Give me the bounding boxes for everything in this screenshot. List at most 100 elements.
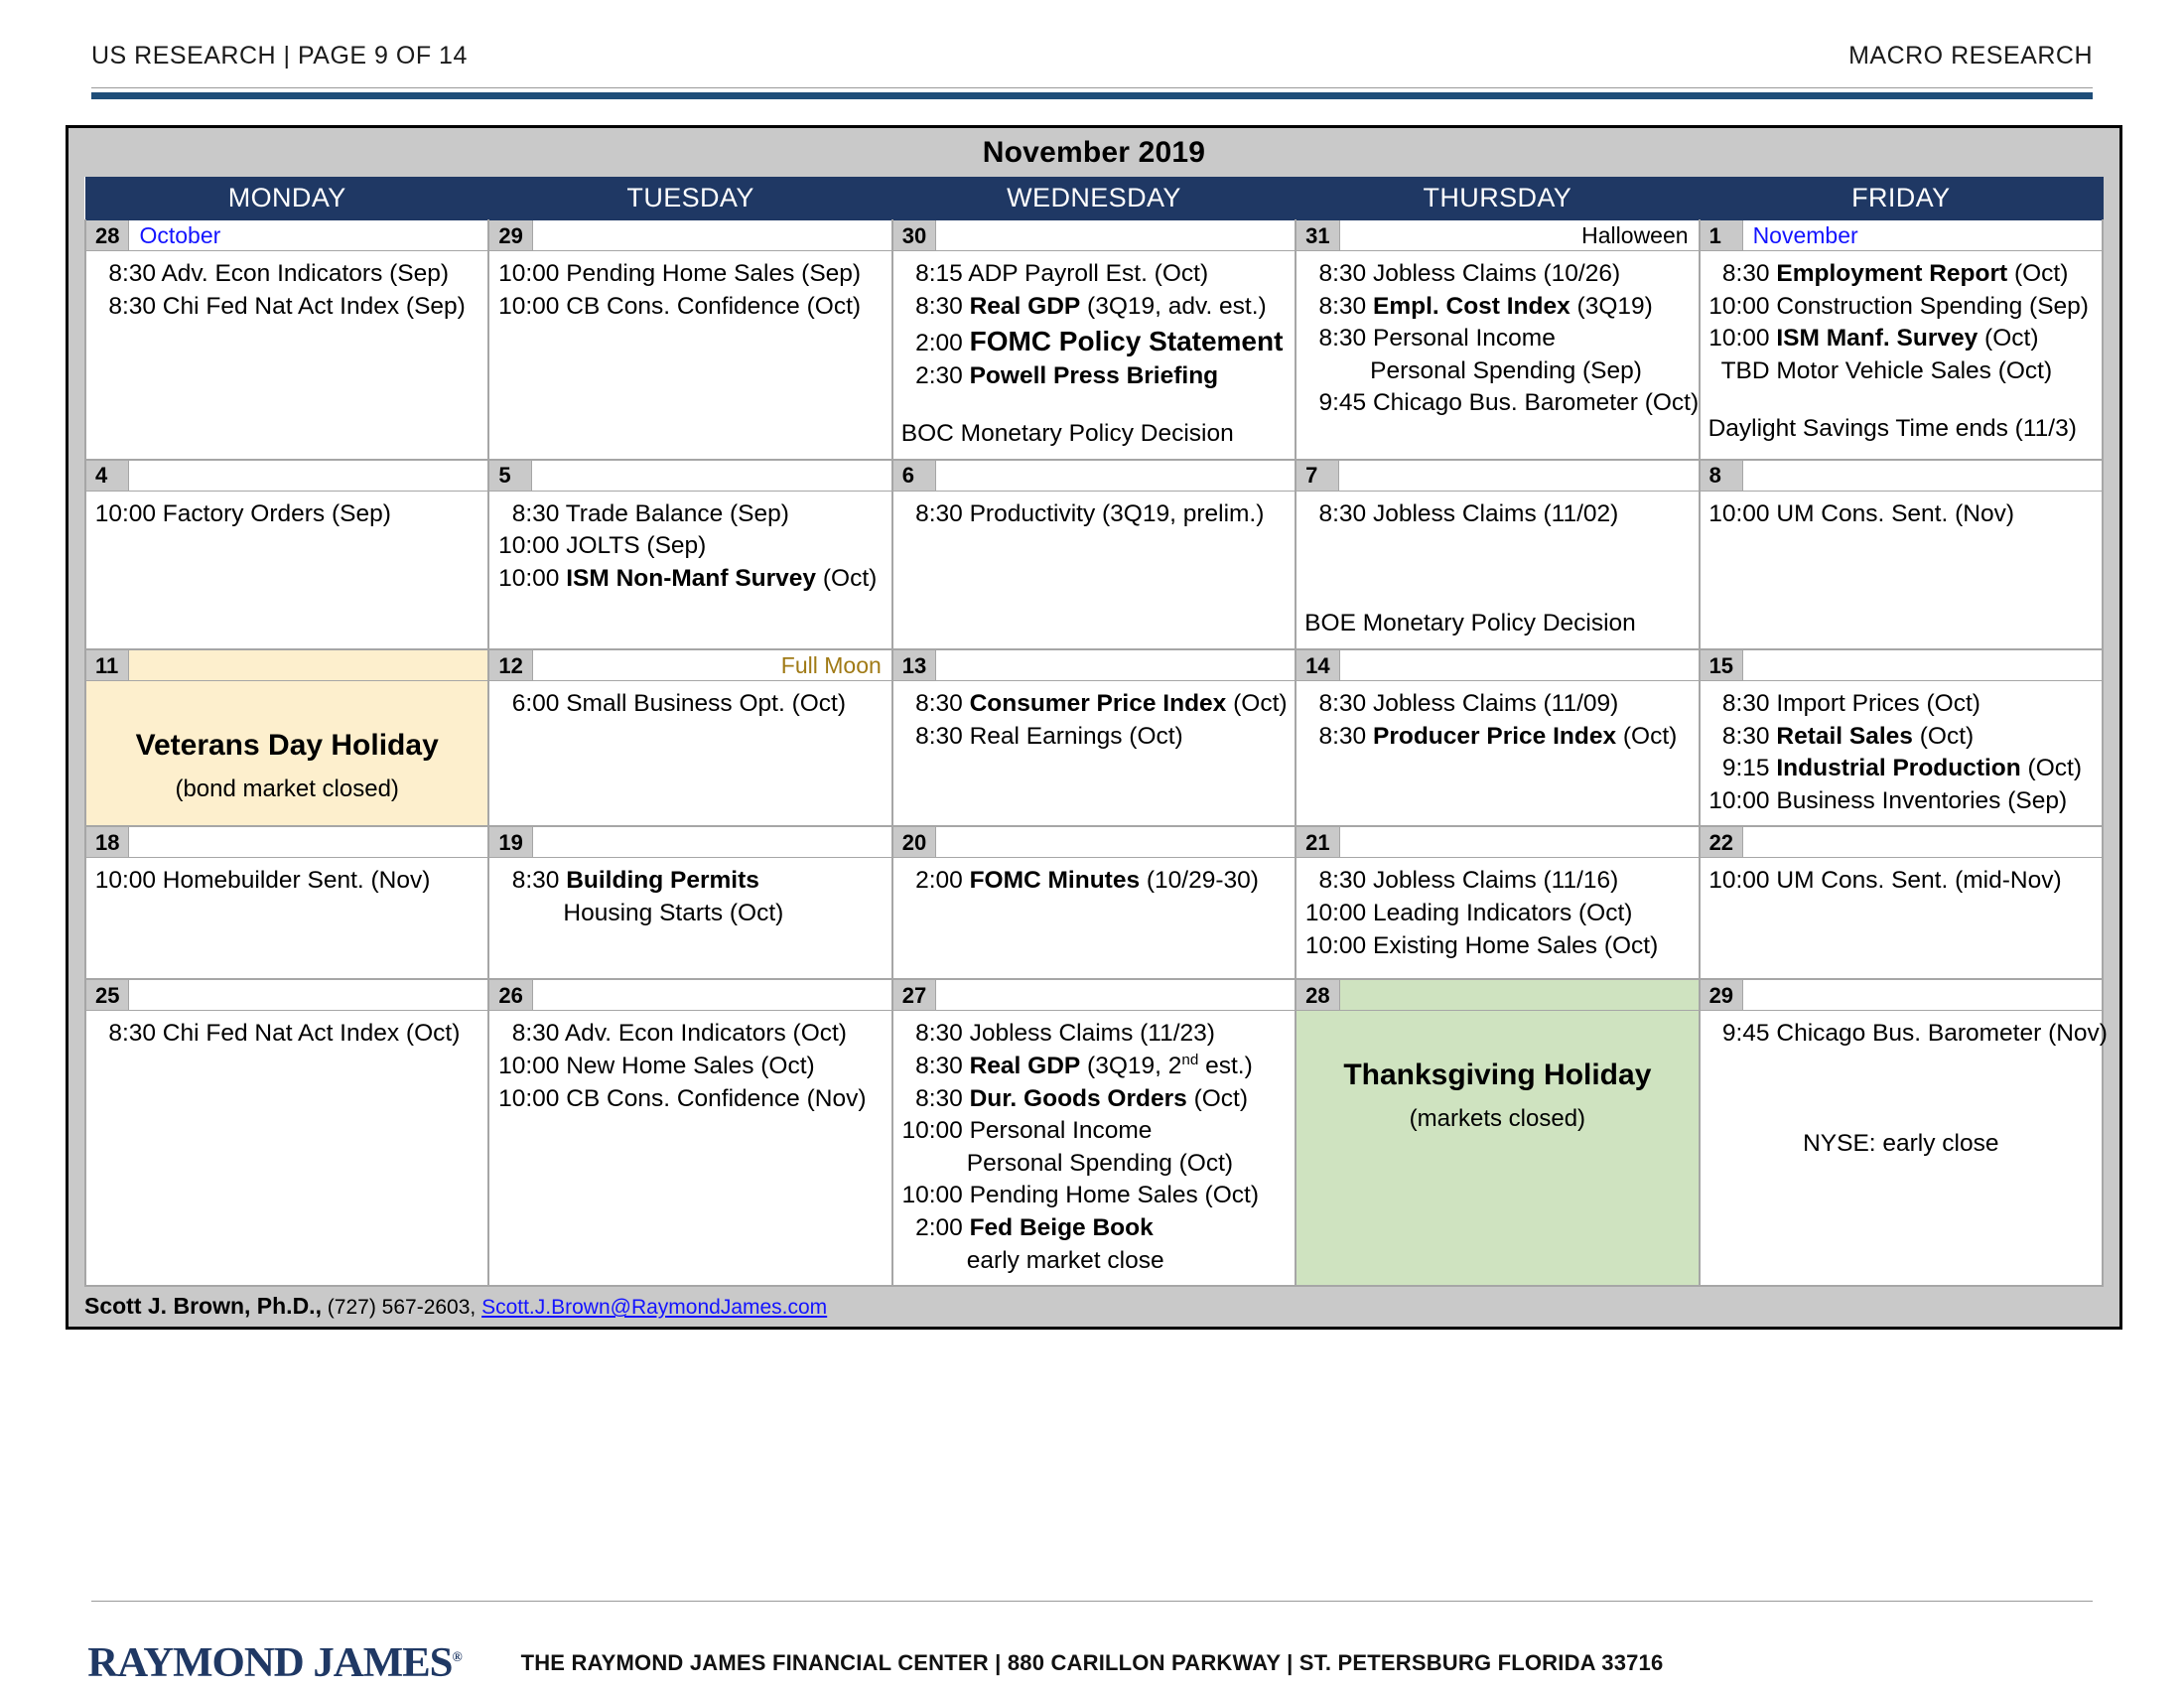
day-number: 15 <box>1700 650 1744 681</box>
calendar-day-cell[interactable]: 13 8:30 Consumer Price Index (Oct) 8:30 Re… <box>890 649 1297 828</box>
calendar-event: 2:30 Powell Press Briefing <box>901 360 1287 393</box>
day-number: 28 <box>86 220 130 250</box>
event-title-bold: Retail Sales <box>1776 722 1913 750</box>
day-number: 22 <box>1700 827 1744 858</box>
calendar-day-cell[interactable]: 28 Thanksgiving Holiday (markets closed) <box>1295 979 1701 1288</box>
event-time: 10:00 <box>1708 867 1770 895</box>
calendar-event: 8:30 Retail Sales (Oct) <box>1708 721 2094 754</box>
calendar-week-row: 28 October 8:30 Adv. Econ Indicators (Sep)… <box>83 219 2105 461</box>
analyst-email-link[interactable]: Scott.J.Brown@RaymondJames.com <box>481 1296 827 1319</box>
calendar-day-cell[interactable]: 11 Veterans Day Holiday (bond market close… <box>83 649 490 828</box>
event-time: 2:00 <box>915 1213 963 1241</box>
calendar-event: 8:30 Dur. Goods Orders (Oct) <box>901 1083 1287 1116</box>
event-text: Pending Home Sales (Oct) <box>962 1182 1259 1209</box>
calendar-event: 8:30 Jobless Claims (11/23) <box>901 1018 1287 1051</box>
calendar-event: 8:30 Personal Income <box>1304 323 1690 355</box>
event-text: UM Cons. Sent. (mid-Nov) <box>1769 867 2062 895</box>
analyst-phone: (727) 567-2603, <box>321 1296 482 1320</box>
header-rule-thick <box>91 92 2093 99</box>
calendar-event: 10:00 Pending Home Sales (Oct) <box>901 1180 1287 1212</box>
day-note-label <box>936 650 1295 680</box>
calendar-event: BOC Monetary Policy Decision <box>901 418 1287 451</box>
day-events-list: 8:30 Chi Fed Nat Act Index (Oct) <box>86 1011 487 1058</box>
calendar-day-cell[interactable]: 27 8:30 Jobless Claims (11/23) 8:30 Real G… <box>890 979 1297 1288</box>
weekday-header-thursday: THURSDAY <box>1295 177 1701 220</box>
event-text: BOC Monetary Policy Decision <box>900 420 1234 448</box>
event-text: Motor Vehicle Sales (Oct) <box>1769 356 2053 384</box>
calendar-day-cell[interactable]: 4 10:00 Factory Orders (Sep) <box>83 459 490 651</box>
event-time: 8:30 <box>1318 690 1367 718</box>
calendar-event: early market close <box>901 1245 1287 1278</box>
calendar-day-cell[interactable]: 14 8:30 Jobless Claims (11/09) 8:30 Produc… <box>1295 649 1701 828</box>
day-note-label <box>129 650 487 680</box>
calendar-event: 8:30 Empl. Cost Index (3Q19) <box>1304 291 1690 324</box>
event-text: Personal Spending (Oct) <box>966 1149 1234 1177</box>
calendar-day-cell[interactable]: 6 8:30 Productivity (3Q19, prelim.) <box>890 459 1297 651</box>
event-time: 10:00 <box>1304 899 1367 926</box>
event-time: 2:30 <box>915 361 963 389</box>
day-header-bar: 8 <box>1700 460 2102 492</box>
event-title-bold: ISM Non-Manf Survey <box>566 565 817 593</box>
calendar-event <box>1708 1076 2094 1102</box>
event-text: (Oct) <box>1226 690 1288 718</box>
calendar-day-cell[interactable]: 22 10:00 UM Cons. Sent. (mid-Nov) <box>1698 826 2105 981</box>
day-events-list: 10:00 Pending Home Sales (Sep) 10:00 CB C… <box>489 251 890 331</box>
calendar-day-cell[interactable]: 5 8:30 Trade Balance (Sep) 10:00 JOLTS (Se… <box>487 459 893 651</box>
calendar-day-cell[interactable]: 30 8:15 ADP Payroll Est. (Oct) 8:30 Real G… <box>890 219 1297 461</box>
calendar-day-cell[interactable]: 19 8:30 Building Permits Housing Starts (O… <box>487 826 893 981</box>
calendar-day-cell[interactable]: 12 Full Moon 6:00 Small Business Opt. (Oct… <box>487 649 893 828</box>
footer-address: THE RAYMOND JAMES FINANCIAL CENTER | 880… <box>520 1650 1664 1675</box>
calendar-event: 6:00 Small Business Opt. (Oct) <box>497 688 883 721</box>
calendar-day-cell[interactable]: 20 2:00 FOMC Minutes (10/29-30) <box>890 826 1297 981</box>
day-note-label <box>1743 980 2102 1010</box>
calendar-day-cell[interactable]: 1 November 8:30 Employment Report (Oct) 10:… <box>1698 219 2105 461</box>
event-time: 10:00 <box>1304 931 1367 959</box>
day-note-label <box>129 827 487 857</box>
day-note-label <box>1339 461 1698 491</box>
day-header-bar: 27 <box>892 980 1296 1012</box>
calendar-day-cell[interactable]: 28 October 8:30 Adv. Econ Indicators (Sep)… <box>83 219 490 461</box>
day-note-label <box>533 220 891 250</box>
calendar-event: 10:00 JOLTS (Sep) <box>497 530 883 563</box>
calendar-week-row: 25 8:30 Chi Fed Nat Act Index (Oct) 26 8:30… <box>83 979 2108 1288</box>
calendar-day-cell[interactable]: 21 8:30 Jobless Claims (11/16) 10:00 Leadi… <box>1295 826 1701 981</box>
event-time: 8:30 <box>1721 722 1770 750</box>
event-time: 6:00 <box>511 690 560 718</box>
day-number: 20 <box>892 827 937 858</box>
day-events-list: 8:30 Adv. Econ Indicators (Oct) 10:00 New… <box>489 1011 890 1123</box>
calendar-day-cell[interactable]: 26 8:30 Adv. Econ Indicators (Oct) 10:00 N… <box>487 979 893 1288</box>
calendar-day-cell[interactable]: 15 8:30 Import Prices (Oct) 8:30 Retail Sa… <box>1698 649 2105 828</box>
event-text: Import Prices (Oct) <box>1769 690 1980 718</box>
event-text: Jobless Claims (11/02) <box>1366 499 1619 527</box>
day-header-bar: 5 <box>489 460 891 492</box>
event-time: 10:00 <box>498 1084 560 1112</box>
event-time: 8:30 <box>915 722 963 750</box>
calendar-day-cell[interactable]: 29 10:00 Pending Home Sales (Sep) 10:00 CB… <box>487 219 893 461</box>
event-time: 8:30 <box>511 1020 560 1048</box>
day-events-list: 8:30 Import Prices (Oct) 8:30 Retail Sale… <box>1701 681 2102 825</box>
day-events-list: 10:00 UM Cons. Sent. (mid-Nov) <box>1701 858 2102 906</box>
header-rule-thin <box>91 87 2093 88</box>
calendar-event: 8:30 Real GDP (3Q19, adv. est.) <box>901 291 1287 324</box>
weekday-header-tuesday: TUESDAY <box>487 177 893 220</box>
day-number: 26 <box>489 980 533 1011</box>
calendar-week-row: 18 10:00 Homebuilder Sent. (Nov) 19 8:30 Bu… <box>83 826 2105 981</box>
calendar-day-cell[interactable]: 18 10:00 Homebuilder Sent. (Nov) <box>83 826 490 981</box>
day-header-bar: 19 <box>489 827 891 859</box>
day-number: 29 <box>1700 980 1744 1011</box>
calendar-day-cell[interactable]: 25 8:30 Chi Fed Nat Act Index (Oct) <box>83 979 490 1288</box>
calendar-day-cell[interactable]: 7 8:30 Jobless Claims (11/02) BOE Monetar… <box>1295 459 1701 651</box>
calendar-day-cell[interactable]: 31 Halloween 8:30 Jobless Claims (10/26) 8:… <box>1295 219 1701 461</box>
holiday-subtitle: (bond market closed) <box>175 775 399 802</box>
calendar-event: 10:00 ISM Non-Manf Survey (Oct) <box>497 563 883 596</box>
calendar-day-cell[interactable]: 8 10:00 UM Cons. Sent. (Nov) <box>1698 459 2105 651</box>
event-text: Jobless Claims (11/16) <box>1366 867 1619 895</box>
day-events-list: 10:00 UM Cons. Sent. (Nov) <box>1701 492 2102 539</box>
event-title-bold: Powell Press Briefing <box>969 361 1219 389</box>
event-time: 10:00 <box>901 1182 963 1209</box>
day-events-list: 8:30 Jobless Claims (11/16) 10:00 Leading… <box>1297 858 1698 970</box>
calendar-event: TBD Motor Vehicle Sales (Oct) <box>1708 355 2094 388</box>
calendar-event: BOE Monetary Policy Decision <box>1304 608 1690 640</box>
calendar-day-cell[interactable]: 29 9:45 Chicago Bus. Barometer (Nov) NYSE… <box>1698 979 2108 1288</box>
day-number: 4 <box>86 460 129 491</box>
